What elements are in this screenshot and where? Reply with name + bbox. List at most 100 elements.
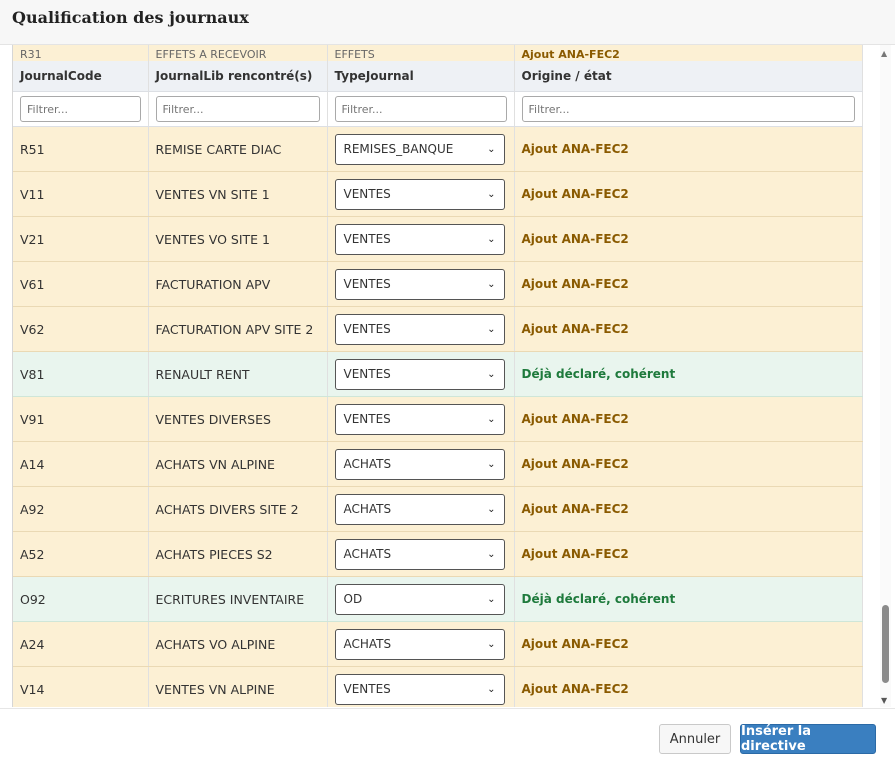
type-journal-value: VENTES: [343, 367, 391, 381]
dialog-footer: Annuler Insérer la directive: [0, 708, 895, 763]
table-row: V11 VENTES VN SITE 1 VENTES ⌄ Ajout ANA-FEC2: [13, 171, 863, 217]
chevron-down-icon: ⌄: [487, 548, 496, 560]
cell-type-journal: VENTES ⌄: [327, 396, 515, 442]
chevron-down-icon: ⌄: [487, 323, 496, 335]
chevron-down-icon: ⌄: [487, 368, 496, 380]
cancel-button[interactable]: Annuler: [659, 724, 731, 754]
cell-type-journal: VENTES ⌄: [327, 216, 515, 262]
qualification-dialog: Qualification des journaux R31 EFFETS A …: [0, 0, 895, 763]
table-row: V21 VENTES VO SITE 1 VENTES ⌄ Ajout ANA-FEC2: [13, 216, 863, 262]
type-journal-select[interactable]: VENTES ⌄: [334, 178, 505, 210]
cell-lib: EFFETS A RECEVOIR: [148, 45, 328, 61]
cell-type-journal: REMISES_BANQUE ⌄: [327, 126, 515, 172]
cell-journal-code: V61: [13, 261, 149, 307]
chevron-down-icon: ⌄: [487, 143, 496, 155]
cell-journal-lib: ACHATS PIECES S2: [148, 531, 328, 577]
cell-origin-status: Ajout ANA-FEC2: [514, 396, 863, 442]
cell-origin-status: Ajout ANA-FEC2: [514, 441, 863, 487]
cell-journal-lib: FACTURATION APV: [148, 261, 328, 307]
chevron-down-icon: ⌄: [487, 638, 496, 650]
type-journal-value: REMISES_BANQUE: [343, 142, 454, 156]
cell-journal-lib: REMISE CARTE DIAC: [148, 126, 328, 172]
table-row: V91 VENTES DIVERSES VENTES ⌄ Ajout ANA-FEC2: [13, 396, 863, 442]
filter-origin-input[interactable]: [521, 96, 855, 122]
table-row: R51 REMISE CARTE DIAC REMISES_BANQUE ⌄ Ajout…: [13, 126, 863, 172]
filter-row: [13, 91, 863, 127]
chevron-down-icon: ⌄: [487, 458, 496, 470]
filter-journal-lib-input[interactable]: [155, 96, 320, 122]
filter-type-journal-input[interactable]: [334, 96, 507, 122]
cell-journal-code: V11: [13, 171, 149, 217]
column-header-type-journal[interactable]: TypeJournal: [327, 61, 515, 92]
type-journal-select[interactable]: VENTES ⌄: [334, 358, 505, 390]
table-row: A92 ACHATS DIVERS SITE 2 ACHATS ⌄ Ajout ANA-…: [13, 486, 863, 532]
type-journal-value: ACHATS: [343, 502, 392, 516]
type-journal-value: VENTES: [343, 322, 391, 336]
column-header-origin[interactable]: Origine / état: [514, 61, 863, 92]
cell-journal-code: A92: [13, 486, 149, 532]
cell-journal-lib: VENTES VN SITE 1: [148, 171, 328, 217]
type-journal-select[interactable]: ACHATS ⌄: [334, 538, 505, 570]
cell-origin-status: Ajout ANA-FEC2: [514, 261, 863, 307]
cell-journal-lib: RENAULT RENT: [148, 351, 328, 397]
type-journal-value: ACHATS: [343, 547, 392, 561]
type-journal-value: VENTES: [343, 412, 391, 426]
cell-journal-lib: VENTES DIVERSES: [148, 396, 328, 442]
table-row: A24 ACHATS VO ALPINE ACHATS ⌄ Ajout ANA-FEC2: [13, 621, 863, 667]
type-journal-select[interactable]: VENTES ⌄: [334, 268, 505, 300]
cell-type-journal: ACHATS ⌄: [327, 531, 515, 577]
type-journal-select[interactable]: VENTES ⌄: [334, 223, 505, 255]
type-journal-value: VENTES: [343, 277, 391, 291]
type-journal-select[interactable]: VENTES ⌄: [334, 673, 505, 705]
cell-journal-code: O92: [13, 576, 149, 622]
cell-origin-status: Ajout ANA-FEC2: [514, 621, 863, 667]
column-header-journal-lib[interactable]: JournalLib rencontré(s): [148, 61, 328, 92]
type-journal-select[interactable]: ACHATS ⌄: [334, 628, 505, 660]
column-header-journal-code[interactable]: JournalCode: [13, 61, 149, 92]
dialog-title: Qualification des journaux: [12, 8, 249, 27]
vertical-scrollbar[interactable]: ▲ ▼: [880, 45, 891, 707]
chevron-down-icon: ⌄: [487, 503, 496, 515]
cell-origin: Ajout ANA-FEC2: [514, 45, 863, 61]
cell-journal-code: R51: [13, 126, 149, 172]
type-journal-select[interactable]: ACHATS ⌄: [334, 448, 505, 480]
cell-journal-lib: ACHATS VN ALPINE: [148, 441, 328, 487]
type-journal-select[interactable]: REMISES_BANQUE ⌄: [334, 133, 505, 165]
cell-type-journal: OD ⌄: [327, 576, 515, 622]
filter-journal-code-input[interactable]: [20, 96, 141, 122]
scroll-up-icon[interactable]: ▲: [881, 49, 887, 58]
type-journal-select[interactable]: ACHATS ⌄: [334, 493, 505, 525]
table-row: V14 VENTES VN ALPINE VENTES ⌄ Ajout ANA-FEC2: [13, 666, 863, 707]
type-journal-value: VENTES: [343, 232, 391, 246]
cell-type: EFFETS: [327, 45, 515, 61]
journals-table-scroll[interactable]: R31 EFFETS A RECEVOIR EFFETS Ajout ANA-F…: [12, 45, 863, 707]
cell-type-journal: ACHATS ⌄: [327, 621, 515, 667]
cell-origin-status: Déjà déclaré, cohérent: [514, 576, 863, 622]
cell-journal-code: A24: [13, 621, 149, 667]
cell-origin-status: Déjà déclaré, cohérent: [514, 351, 863, 397]
dialog-header: Qualification des journaux: [0, 0, 895, 45]
cell-journal-code: V21: [13, 216, 149, 262]
scrollbar-thumb[interactable]: [882, 605, 889, 683]
type-journal-value: VENTES: [343, 187, 391, 201]
insert-directive-button[interactable]: Insérer la directive: [740, 724, 876, 754]
type-journal-value: ACHATS: [343, 637, 392, 651]
cell-journal-lib: FACTURATION APV SITE 2: [148, 306, 328, 352]
cell-origin-status: Ajout ANA-FEC2: [514, 666, 863, 707]
type-journal-select[interactable]: VENTES ⌄: [334, 313, 505, 345]
cell-journal-lib: ACHATS VO ALPINE: [148, 621, 328, 667]
chevron-down-icon: ⌄: [487, 278, 496, 290]
scroll-down-icon[interactable]: ▼: [881, 696, 887, 705]
cell-origin-status: Ajout ANA-FEC2: [514, 531, 863, 577]
cell-type-journal: ACHATS ⌄: [327, 441, 515, 487]
cell-journal-lib: VENTES VN ALPINE: [148, 666, 328, 707]
cell-journal-lib: ACHATS DIVERS SITE 2: [148, 486, 328, 532]
type-journal-value: VENTES: [343, 682, 391, 696]
cell-journal-code: V62: [13, 306, 149, 352]
type-journal-select[interactable]: OD ⌄: [334, 583, 505, 615]
type-journal-value: OD: [343, 592, 363, 606]
cell-journal-code: A14: [13, 441, 149, 487]
type-journal-select[interactable]: VENTES ⌄: [334, 403, 505, 435]
chevron-down-icon: ⌄: [487, 413, 496, 425]
cell-journal-code: V91: [13, 396, 149, 442]
